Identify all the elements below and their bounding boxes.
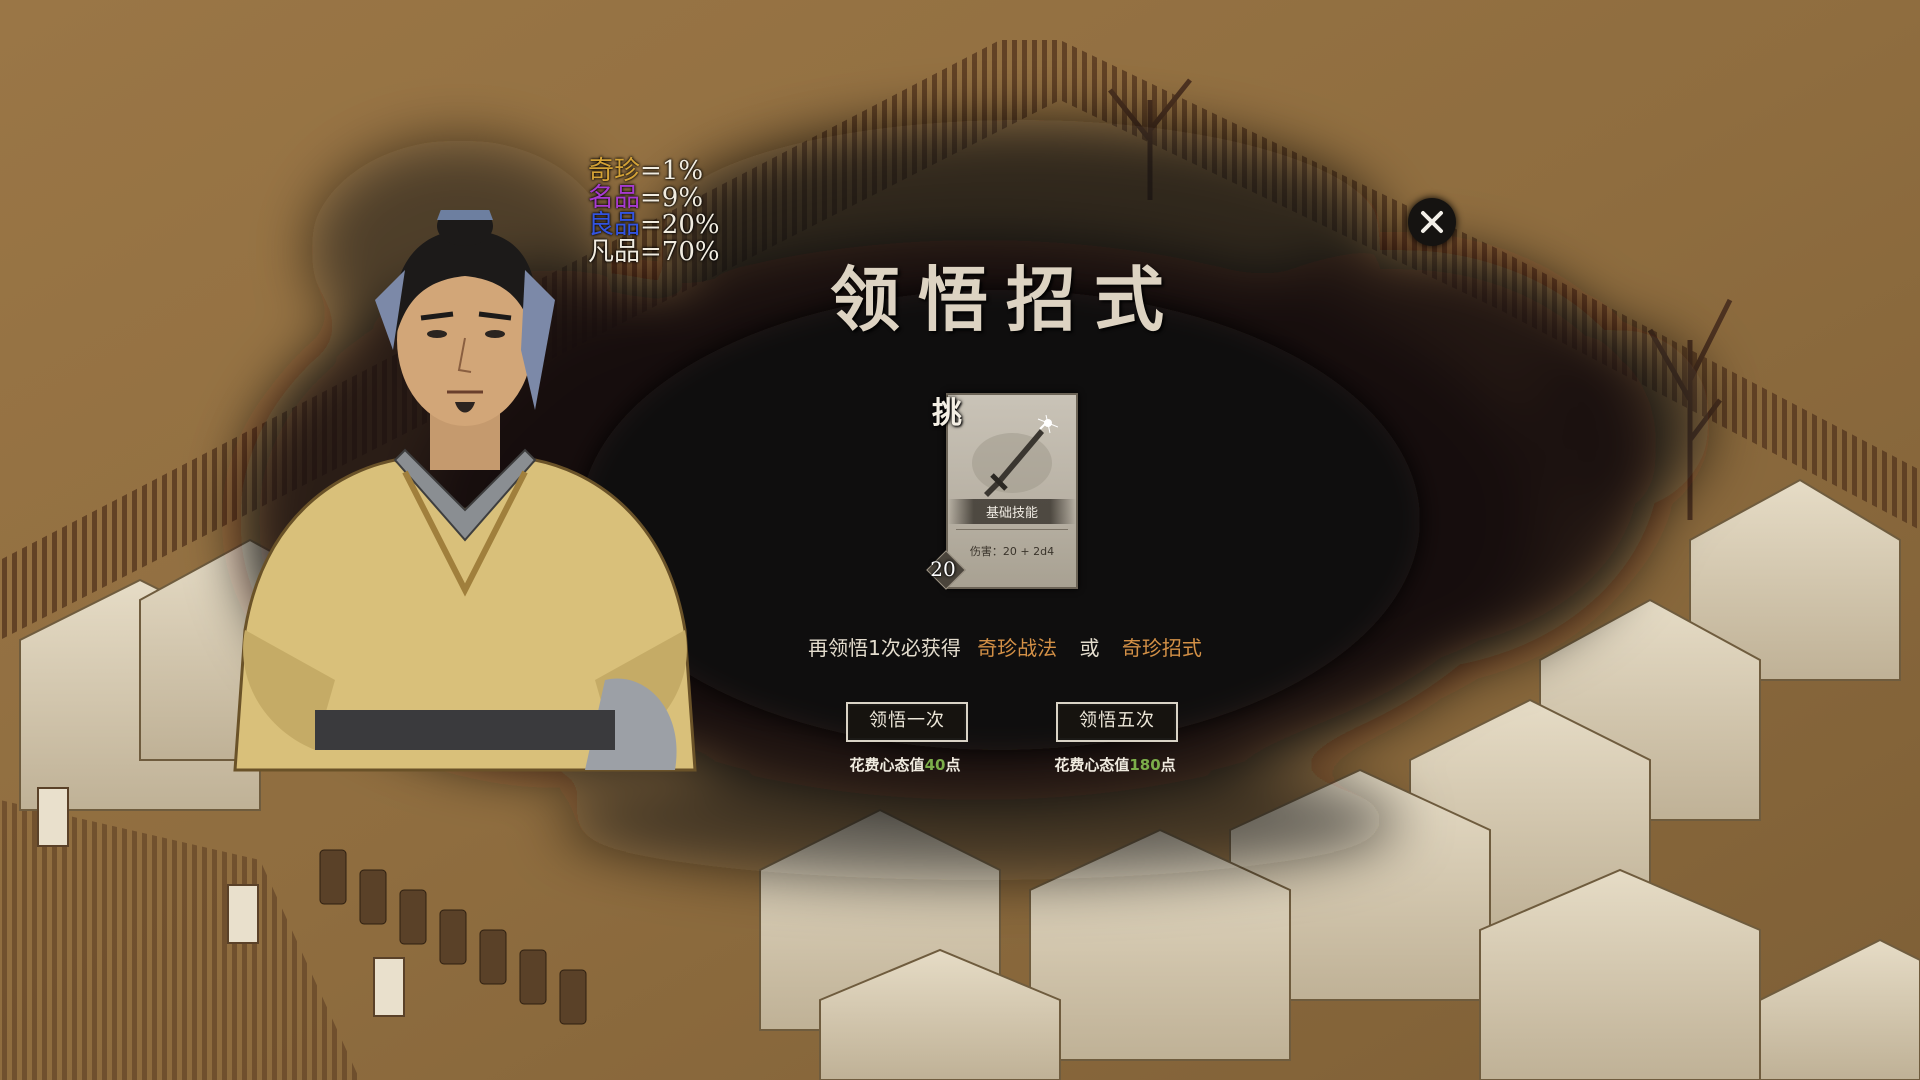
card-name: 挑 <box>932 396 962 431</box>
dialog-title: 领悟招式 <box>830 258 1182 341</box>
five-cost-text: 花费心态值180点 <box>1054 756 1176 774</box>
sword-icon <box>972 415 1058 497</box>
close-icon <box>1421 211 1443 233</box>
once-cost-value: 40 <box>924 756 946 774</box>
comprehend-five-button[interactable]: 领悟五次 <box>1056 702 1178 742</box>
rate-row-common: 凡品=70% <box>588 237 720 267</box>
hint-reward-b: 奇珍招式 <box>1121 636 1202 660</box>
card-cost: 20 <box>930 557 956 581</box>
hint-or: 或 <box>1079 636 1100 660</box>
hint-prefix: 再领悟1次必获得 <box>808 636 961 660</box>
card-divider <box>956 529 1068 530</box>
guarantee-hint: 再领悟1次必获得 奇珍战法 或 奇珍招式 <box>700 632 1320 661</box>
rate-row-good: 良品=20% <box>588 210 720 240</box>
rate-row-famous: 名品=9% <box>588 183 704 213</box>
hint-reward-a: 奇珍战法 <box>977 636 1058 660</box>
comprehend-once-button[interactable]: 领悟一次 <box>846 702 968 742</box>
card-damage: 伤害：20 + 2d4 <box>969 545 1055 558</box>
drop-rate-list: 奇珍=1% 名品=9% 良品=20% 凡品=70% <box>588 158 720 266</box>
rate-row-rare: 奇珍=1% <box>588 156 704 186</box>
once-cost-text: 花费心态值40点 <box>849 756 961 774</box>
close-button[interactable] <box>1408 198 1456 246</box>
character-portrait <box>233 210 697 772</box>
five-cost-value: 180 <box>1129 756 1161 774</box>
skill-card[interactable]: 基础技能 伤害：20 + 2d4 <box>946 393 1078 589</box>
card-skill-type: 基础技能 <box>948 499 1076 524</box>
